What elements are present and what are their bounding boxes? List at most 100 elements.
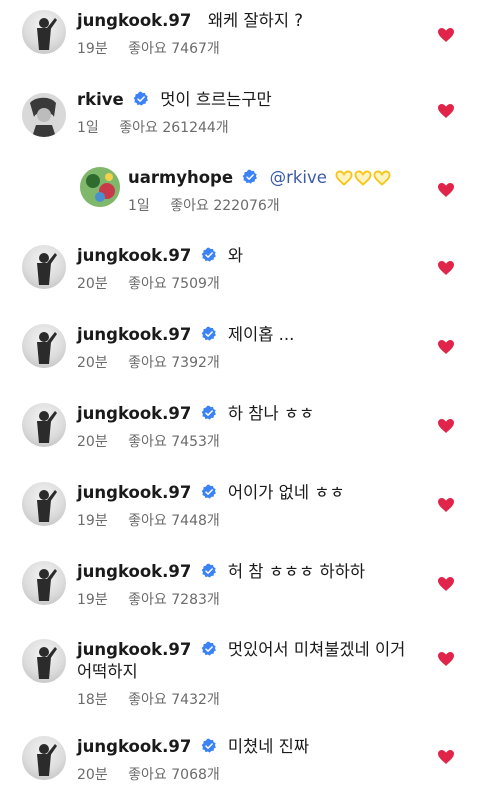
like-count[interactable]: 좋아요 7453개 [128,434,220,450]
likes-label: 좋아요 [119,120,158,136]
like-count[interactable]: 좋아요 7392개 [128,355,220,371]
username[interactable]: jungkook.97 [77,737,191,756]
comment-body: jungkook.97 왜케 잘하지 ? 19분 좋아요 7467개 [77,10,430,58]
likes-label: 좋아요 [128,592,167,608]
username[interactable]: jungkook.97 [77,562,191,581]
avatar[interactable] [80,167,120,207]
likes-label: 좋아요 [128,41,167,57]
username[interactable]: jungkook.97 [77,246,191,265]
comment-time: 19분 [77,513,108,529]
comment-body: rkive 멋이 흐르는구만 1일 좋아요 261244개 [77,89,430,137]
verified-badge-icon [201,326,217,342]
likes-label: 좋아요 [128,692,167,708]
avatar[interactable] [22,324,66,368]
comment-time: 20분 [77,276,108,292]
avatar[interactable] [22,561,66,605]
username[interactable]: uarmyhope [128,168,233,187]
likes-value: 7068개 [171,767,220,783]
likes-value: 7509개 [171,276,220,292]
like-heart-icon[interactable] [438,498,454,512]
mention-link[interactable]: @rkive [270,168,327,187]
comment-time: 20분 [77,434,108,450]
like-heart-icon[interactable] [438,577,454,591]
comment-list: jungkook.97 왜케 잘하지 ? 19분 좋아요 7467개 rkive… [0,0,480,787]
yellow-heart-outline-icon [354,170,372,186]
comment-text: 멋있어서 미쳐불겠네 이거 [227,640,406,659]
avatar[interactable] [22,10,66,54]
comment-time: 19분 [77,592,108,608]
comment-text: 멋이 흐르는구만 [160,90,272,109]
comment-body: jungkook.97 어이가 없네 ㅎㅎ 19분 좋아요 7448개 [77,482,430,530]
comment-body: jungkook.97 미쳤네 진짜 20분 좋아요 7068개 [77,736,430,784]
likes-value: 261244개 [162,120,229,136]
verified-badge-icon [133,91,149,107]
likes-label: 좋아요 [128,767,167,783]
like-count[interactable]: 좋아요 7509개 [128,276,220,292]
username[interactable]: rkive [77,90,124,109]
comment-time: 19분 [77,41,108,57]
comment-body: jungkook.97 하 참나 ㅎㅎ 20분 좋아요 7453개 [77,403,430,451]
username[interactable]: jungkook.97 [77,404,191,423]
username[interactable]: jungkook.97 [77,325,191,344]
likes-label: 좋아요 [170,198,209,214]
likes-value: 7392개 [171,355,220,371]
avatar[interactable] [22,639,66,683]
comment-time: 20분 [77,355,108,371]
likes-value: 7283개 [171,592,220,608]
like-heart-icon[interactable] [438,750,454,764]
comment-body: jungkook.97 와 20분 좋아요 7509개 [77,245,430,293]
avatar[interactable] [22,736,66,780]
avatar[interactable] [22,403,66,447]
likes-value: 7467개 [171,41,220,57]
like-heart-icon[interactable] [438,419,454,433]
like-count[interactable]: 좋아요 261244개 [119,120,228,136]
likes-value: 222076개 [213,198,280,214]
like-count[interactable]: 좋아요 222076개 [170,198,279,214]
like-count[interactable]: 좋아요 7432개 [128,692,220,708]
like-heart-icon[interactable] [438,340,454,354]
comment-text-continued: 어떡하지 [77,662,138,681]
likes-value: 7453개 [171,434,220,450]
verified-badge-icon [201,563,217,579]
comment-time: 1일 [128,198,150,214]
like-heart-icon[interactable] [438,28,454,42]
like-heart-icon[interactable] [438,261,454,275]
comment-text: 왜케 잘하지 ? [207,11,304,30]
likes-value: 7448개 [171,513,220,529]
username[interactable]: jungkook.97 [77,483,191,502]
likes-value: 7432개 [171,692,220,708]
username[interactable]: jungkook.97 [77,640,191,659]
comment-body: jungkook.97 제이홉 ... 20분 좋아요 7392개 [77,324,430,372]
comment-time: 18분 [77,692,108,708]
comment-text: 어이가 없네 ㅎㅎ [227,483,345,502]
avatar[interactable] [22,93,66,137]
likes-label: 좋아요 [128,513,167,529]
like-heart-icon[interactable] [438,652,454,666]
comment-time: 20분 [77,767,108,783]
likes-label: 좋아요 [128,276,167,292]
verified-badge-icon [201,247,217,263]
avatar[interactable] [22,482,66,526]
like-heart-icon[interactable] [438,183,454,197]
comment-text: 미쳤네 진짜 [227,737,310,756]
comment-time: 1일 [77,120,99,136]
verified-badge-icon [201,484,217,500]
like-count[interactable]: 좋아요 7467개 [128,41,220,57]
comment-text: 제이홉 ... [227,325,295,344]
yellow-heart-outline-icon [335,170,353,186]
yellow-heart-emoji-group [335,170,391,186]
comment-body: jungkook.97 허 참 ㅎㅎㅎ 하하하 19분 좋아요 7283개 [77,561,430,609]
comment-text: 허 참 ㅎㅎㅎ 하하하 [227,562,366,581]
avatar[interactable] [22,245,66,289]
likes-label: 좋아요 [128,355,167,371]
comment-text: 와 [227,246,244,265]
like-count[interactable]: 좋아요 7448개 [128,513,220,529]
like-heart-icon[interactable] [438,104,454,118]
verified-badge-icon [242,169,258,185]
like-count[interactable]: 좋아요 7068개 [128,767,220,783]
username[interactable]: jungkook.97 [77,11,191,30]
like-count[interactable]: 좋아요 7283개 [128,592,220,608]
comment-body: jungkook.97 멋있어서 미쳐불겠네 이거 어떡하지 18분 좋아요 7… [77,639,430,709]
yellow-heart-outline-icon [373,170,391,186]
comment-text: 하 참나 ㅎㅎ [227,404,315,423]
